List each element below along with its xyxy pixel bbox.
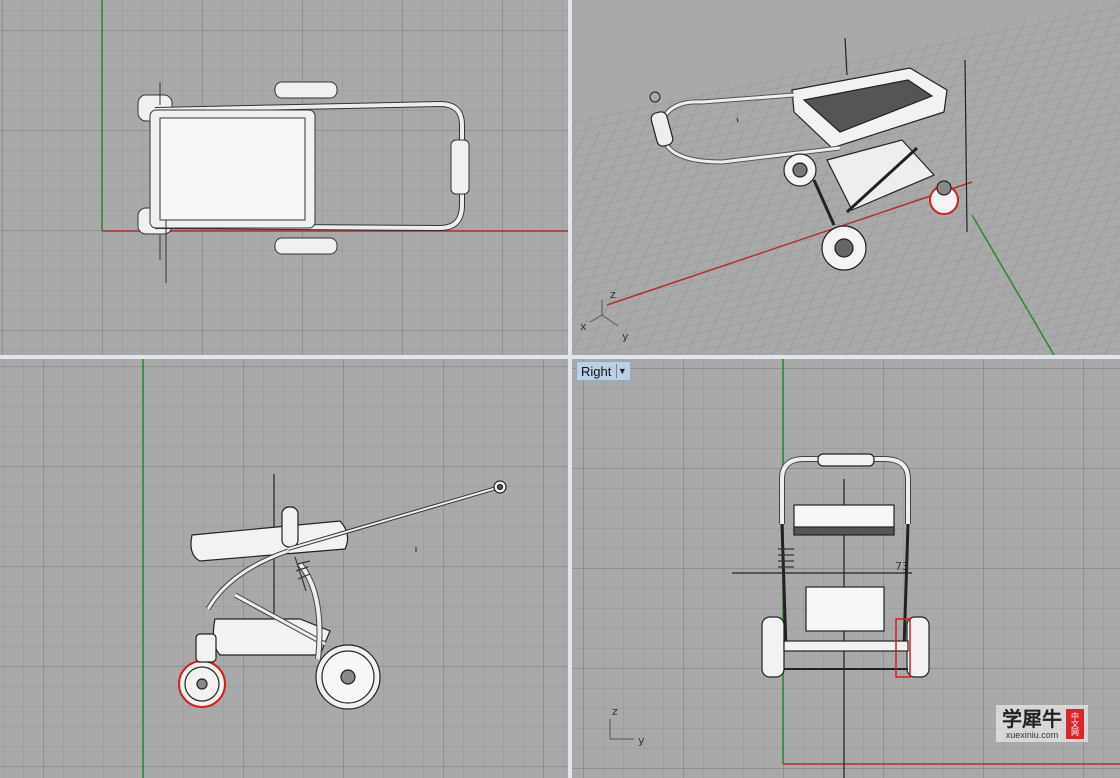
viewport-divider-vertical[interactable] xyxy=(568,0,572,778)
perspective-view-drawing: z x y xyxy=(572,0,1120,355)
dropdown-triangle-icon[interactable]: ▼ xyxy=(616,364,627,378)
viewport-divider-horizontal[interactable] xyxy=(0,355,1120,359)
viewport-front[interactable] xyxy=(0,359,568,778)
svg-text:y: y xyxy=(622,330,629,343)
viewport-title-tab[interactable]: Right ▼ xyxy=(576,361,632,381)
watermark-badge: 中文网 xyxy=(1066,709,1084,739)
front-view-drawing xyxy=(142,359,507,778)
svg-text:z: z xyxy=(612,705,618,718)
top-view-drawing xyxy=(101,0,568,283)
watermark-logo: 学犀牛 xuexiniu.com 中文网 xyxy=(996,705,1088,742)
svg-text:y: y xyxy=(638,734,645,747)
viewport-perspective[interactable]: z x y xyxy=(572,0,1120,355)
viewport-right[interactable]: 73 z y Right ▼ 学犀牛 xuexiniu.com 中文网 xyxy=(572,359,1120,778)
stroller-top-model[interactable] xyxy=(137,81,470,283)
viewport-title-label[interactable]: Right xyxy=(581,364,616,379)
svg-text:z: z xyxy=(610,288,616,301)
watermark-main-text: 学犀牛 xyxy=(1002,707,1062,731)
svg-text:x: x xyxy=(580,320,587,333)
axis-gizmo: z y xyxy=(609,705,645,747)
viewport-top[interactable] xyxy=(0,0,568,355)
stroller-side-model[interactable] xyxy=(178,480,507,710)
watermark-sub-text: xuexiniu.com xyxy=(1005,730,1059,740)
